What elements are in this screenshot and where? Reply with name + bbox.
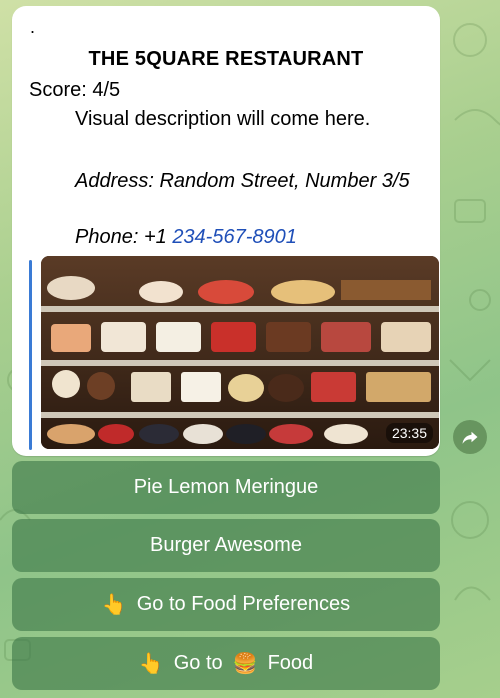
burger-icon: 🍔 (232, 653, 258, 675)
share-forward-icon[interactable] (453, 420, 487, 454)
button-label-after: Food (267, 652, 314, 674)
media-attachment: 23:35 (29, 256, 439, 452)
message-bubble: . THE 5QUARE RESTAURANT Score: 4/5 Visua… (12, 6, 440, 456)
phone-line: Phone: +1 234-567-8901 (75, 226, 297, 249)
button-label: Burger Awesome (150, 534, 302, 556)
button-label: Go to Food Preferences (136, 593, 351, 615)
keyboard-button-food-preferences[interactable]: 👆 Go to Food Preferences (12, 578, 440, 631)
quote-bar (29, 260, 32, 450)
video-thumbnail[interactable]: 23:35 (41, 256, 439, 449)
pastry-display-image (41, 256, 439, 449)
pointing-hand-icon: 👆 (101, 594, 127, 616)
keyboard-button-go-to-food[interactable]: 👆 Go to 🍔 Food (12, 637, 440, 690)
pointing-hand-icon: 👆 (138, 653, 164, 675)
restaurant-title: THE 5QUARE RESTAURANT (88, 48, 364, 70)
address-text: Address: Random Street, Number 3/5 (75, 170, 410, 192)
keyboard-button-pie-lemon-meringue[interactable]: Pie Lemon Meringue (12, 461, 440, 514)
visual-description-text: Visual description will come here. (75, 108, 371, 130)
button-label: Pie Lemon Meringue (133, 476, 319, 498)
message-dot: . (30, 17, 36, 37)
phone-number-link[interactable]: 234-567-8901 (172, 226, 297, 248)
score-text: Score: 4/5 (29, 79, 121, 101)
video-duration-badge: 23:35 (385, 423, 433, 443)
keyboard-button-burger-awesome[interactable]: Burger Awesome (12, 519, 440, 572)
button-label-before: Go to (173, 652, 223, 674)
phone-prefix: Phone: +1 (75, 226, 167, 248)
